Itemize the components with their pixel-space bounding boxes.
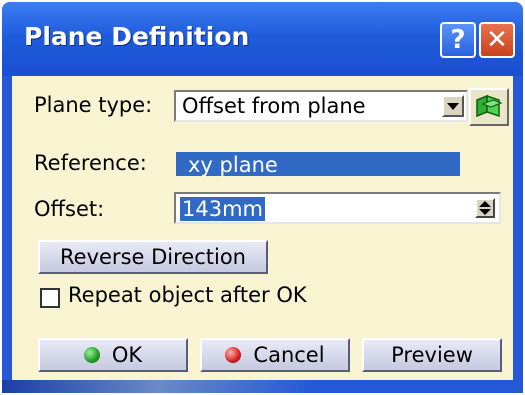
offset-input[interactable]: 143mm: [174, 192, 501, 224]
plane-type-label: Plane type:: [34, 93, 153, 117]
reference-value: xy plane: [188, 153, 278, 177]
close-button[interactable]: ✕: [479, 22, 515, 58]
cancel-button[interactable]: Cancel: [200, 338, 350, 372]
help-icon: ?: [450, 25, 466, 55]
plane-tools-button[interactable]: [469, 88, 509, 126]
plane-type-value: Offset from plane: [182, 94, 366, 118]
plane-definition-dialog: Plane Definition ? ✕ Plane type: Offset …: [2, 2, 523, 393]
spin-down-icon: [479, 209, 491, 215]
offset-value: 143mm: [180, 197, 265, 221]
reverse-direction-button[interactable]: Reverse Direction: [38, 240, 268, 274]
offset-label: Offset:: [34, 197, 105, 221]
green-planes-icon: [476, 94, 503, 118]
dropdown-arrow-button[interactable]: [442, 95, 464, 117]
green-dot-icon: [83, 347, 100, 363]
reference-label: Reference:: [34, 151, 147, 175]
repeat-checkbox[interactable]: [40, 288, 60, 308]
red-dot-icon: [225, 347, 242, 363]
plane-type-select[interactable]: Offset from plane: [174, 90, 468, 122]
chevron-down-icon: [447, 102, 459, 110]
repeat-label: Repeat object after OK: [68, 283, 307, 307]
cancel-label: Cancel: [253, 343, 325, 367]
help-button[interactable]: ?: [440, 22, 476, 58]
window-bottom-border: [2, 380, 523, 393]
title-bar[interactable]: Plane Definition ? ✕: [2, 2, 523, 76]
offset-spinner[interactable]: [475, 198, 495, 218]
close-icon: ✕: [486, 25, 508, 55]
ok-button[interactable]: OK: [38, 338, 188, 372]
dialog-title: Plane Definition: [24, 22, 250, 51]
spin-up-icon: [479, 201, 491, 207]
reference-field[interactable]: xy plane: [174, 150, 462, 178]
dialog-body: Plane type: Offset from plane Reference:…: [12, 76, 513, 380]
ok-label: OK: [111, 343, 143, 367]
preview-button[interactable]: Preview: [362, 338, 502, 372]
